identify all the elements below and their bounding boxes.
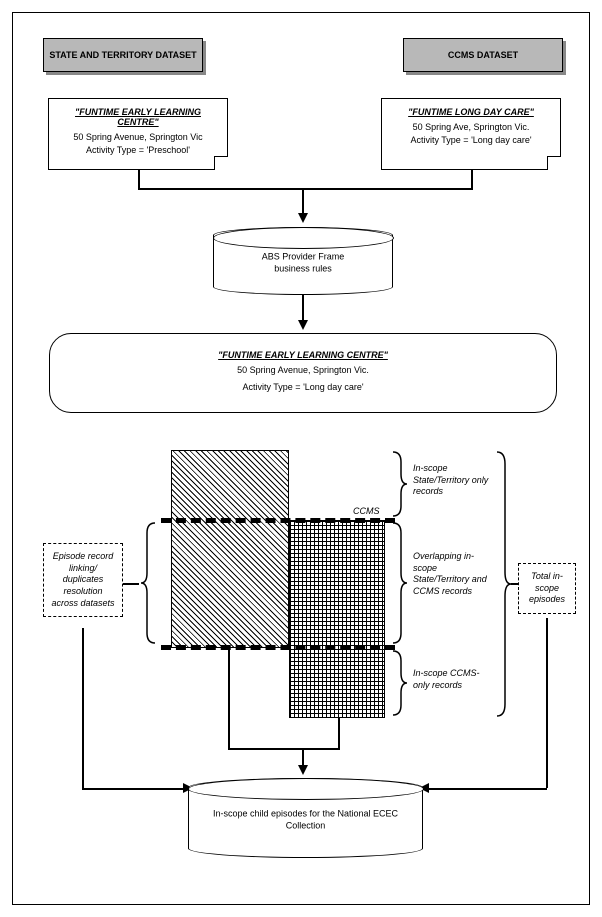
arrowhead-icon [298, 213, 308, 223]
ccms-label: CCMS [353, 506, 380, 518]
connector [228, 648, 230, 748]
state-note-line2: Activity Type = 'Preschool' [59, 144, 217, 157]
connector [138, 170, 140, 188]
state-note-title: "FUNTIME EARLY LEARNING CENTRE" [59, 107, 217, 127]
brace-state-only [391, 450, 409, 518]
ccms-block [289, 520, 385, 718]
connector [471, 170, 473, 188]
note-fold-icon [547, 156, 561, 170]
arrowhead-icon [298, 320, 308, 330]
ccms-header-label: CCMS DATASET [448, 50, 518, 60]
note-fold-icon [214, 156, 228, 170]
episode-linking-label: Episode record linking/ duplicates resol… [51, 551, 114, 608]
ccms-note-line2: Activity Type = 'Long day care' [392, 134, 550, 147]
merged-title: "FUNTIME EARLY LEARNING CENTRE" [60, 350, 546, 360]
connector [82, 788, 187, 790]
connector [546, 618, 548, 788]
state-header-label: STATE AND TERRITORY DATASET [49, 50, 196, 60]
annot-ccms-only: In-scope CCMS-only records [413, 668, 483, 691]
brace-ccms-only [391, 649, 409, 717]
merged-line2: Activity Type = 'Long day care' [60, 381, 546, 394]
final-cylinder-label: In-scope child episodes for the National… [189, 809, 422, 832]
annot-state-only: In-scope State/Territory only records [413, 463, 493, 498]
ccms-note: "FUNTIME LONG DAY CARE" 50 Spring Ave, S… [381, 98, 561, 170]
episode-linking-box: Episode record linking/ duplicates resol… [43, 543, 123, 617]
ccms-note-title: "FUNTIME LONG DAY CARE" [392, 107, 550, 117]
state-note-line1: 50 Spring Avenue, Springton Vic [59, 131, 217, 144]
final-cylinder: In-scope child episodes for the National… [188, 778, 423, 858]
annot-overlap: Overlapping in-scope State/Territory and… [413, 551, 493, 598]
connector [138, 188, 473, 190]
connector [425, 788, 547, 790]
ccms-dataset-header: CCMS DATASET [403, 38, 563, 72]
connector [82, 628, 84, 788]
connector [228, 748, 340, 750]
connector [302, 188, 304, 216]
abs-cylinder-label: ABS Provider Framebusiness rules [214, 252, 392, 275]
connector [123, 583, 139, 585]
brace-left-overlap [139, 521, 157, 645]
total-episodes-box: Total in-scope episodes [518, 563, 576, 614]
abs-provider-cylinder: ABS Provider Framebusiness rules [213, 227, 393, 295]
dashed-divider-top [161, 518, 395, 523]
merged-line1: 50 Spring Avenue, Springton Vic. [60, 364, 546, 377]
total-episodes-label: Total in-scope episodes [529, 571, 565, 604]
connector [302, 295, 304, 323]
arrowhead-icon [298, 765, 308, 775]
diagram-frame: STATE AND TERRITORY DATASET CCMS DATASET… [12, 12, 590, 905]
merged-result-box: "FUNTIME EARLY LEARNING CENTRE" 50 Sprin… [49, 333, 557, 413]
dashed-divider-bottom [161, 645, 395, 650]
connector [338, 718, 340, 748]
brace-overlap [391, 521, 409, 645]
state-territory-dataset-header: STATE AND TERRITORY DATASET [43, 38, 203, 72]
state-note: "FUNTIME EARLY LEARNING CENTRE" 50 Sprin… [48, 98, 228, 170]
ccms-note-line1: 50 Spring Ave, Springton Vic. [392, 121, 550, 134]
state-territory-block [171, 450, 289, 648]
connector [511, 583, 518, 585]
